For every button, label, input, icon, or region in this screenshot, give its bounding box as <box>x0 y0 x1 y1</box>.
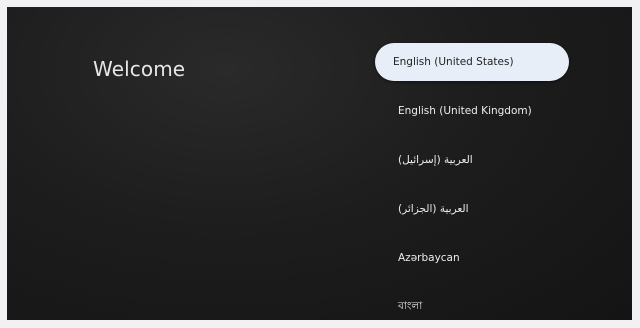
language-option-arabic-algeria[interactable]: العربية (الجزائر) <box>375 190 569 228</box>
welcome-title: Welcome <box>93 57 186 81</box>
language-option-english-uk[interactable]: English (United Kingdom) <box>375 92 569 130</box>
setup-screen: Welcome English (United States) English … <box>7 7 632 320</box>
language-option-azerbaijani[interactable]: Azərbaycan <box>375 239 569 277</box>
language-option-arabic-israel[interactable]: العربية (إسرائيل) <box>375 141 569 179</box>
language-option-bangla[interactable]: বাংলা <box>375 288 569 320</box>
language-list: English (United States) English (United … <box>375 43 569 320</box>
language-option-english-us[interactable]: English (United States) <box>375 43 569 81</box>
